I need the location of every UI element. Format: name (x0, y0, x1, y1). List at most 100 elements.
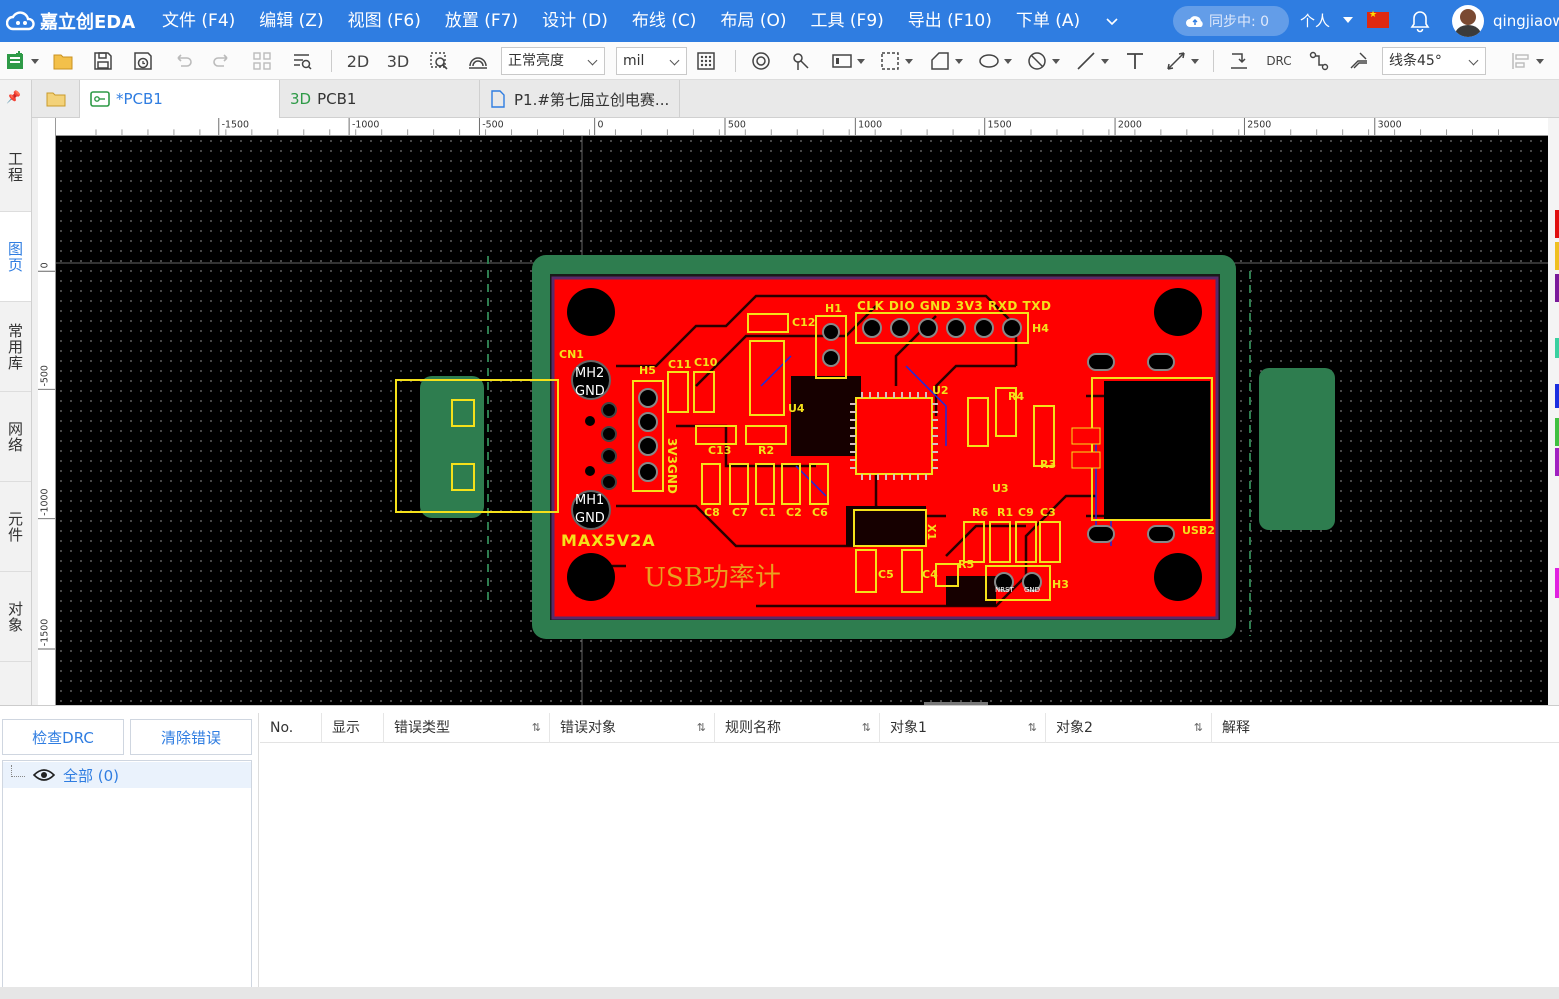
text-tool-icon[interactable] (1122, 48, 1148, 74)
menu-file[interactable]: 文件 (F4) (150, 0, 247, 42)
col-visible[interactable]: 显示 (322, 713, 384, 743)
tab-nets[interactable]: 网络 (0, 392, 31, 482)
designator-r5: R5 (958, 558, 974, 571)
grid-icon[interactable] (694, 48, 718, 74)
toolbar-separator (1213, 50, 1214, 72)
tab-pages[interactable]: 图页 (0, 212, 31, 302)
menu-route[interactable]: 布线 (C) (620, 0, 709, 42)
drc-table-header: No. 显示 错误类型 ⇅ 错误对象 ⇅ 规则名称 ⇅ 对象1 ⇅ 对象2 ⇅ 解释 (260, 713, 1559, 743)
tab-common-library[interactable]: 常用库 (0, 302, 31, 392)
toolbar-separator (331, 50, 332, 72)
no-entry-icon[interactable] (1024, 48, 1062, 74)
sort-icon[interactable]: ⇅ (1028, 713, 1037, 743)
eye-icon[interactable] (33, 768, 55, 782)
menu-design[interactable]: 设计 (D) (530, 0, 620, 42)
menu-tools[interactable]: 工具 (F9) (799, 0, 896, 42)
align-icon[interactable] (1507, 48, 1547, 74)
col-error-type[interactable]: 错误类型 ⇅ (384, 713, 550, 743)
brightness-select[interactable]: 正常亮度 (501, 47, 605, 75)
usb-keepout-right[interactable] (1259, 368, 1335, 530)
route-track-icon[interactable] (1226, 48, 1252, 74)
designator-usb2: USB2 (1182, 524, 1215, 537)
menu-view[interactable]: 视图 (F6) (336, 0, 433, 42)
panel-splitter[interactable] (258, 713, 259, 993)
username[interactable]: qingjiaowo (1493, 0, 1559, 42)
redo-icon[interactable] (209, 48, 235, 74)
line-angle-select[interactable]: 线条45° (1382, 47, 1486, 75)
grid-layout-icon[interactable] (249, 48, 275, 74)
undo-icon[interactable] (170, 48, 196, 74)
personal-caret-icon[interactable] (1343, 17, 1353, 23)
new-project-icon[interactable] (4, 48, 40, 74)
diff-pair-route-icon[interactable] (1346, 48, 1372, 74)
sort-icon[interactable]: ⇅ (1194, 713, 1203, 743)
u2-mcu[interactable] (855, 397, 933, 475)
tab-schematic-doc[interactable]: P1.#第七届立创电赛... (480, 80, 680, 118)
designator-h1: H1 (825, 302, 842, 315)
dimension-icon[interactable] (1162, 48, 1202, 74)
document-icon (491, 90, 505, 108)
project-folder-tab[interactable] (32, 80, 80, 118)
menu-export[interactable]: 导出 (F10) (896, 0, 1004, 42)
pcb-canvas[interactable]: CN1 H5 H1 H4 H3 U2 U3 U4 C12 C11 C10 C13… (56, 136, 1548, 705)
board-outline-icon[interactable] (829, 48, 867, 74)
single-route-icon[interactable] (1306, 48, 1332, 74)
view-2d-button[interactable]: 2D (344, 48, 372, 74)
sort-icon[interactable]: ⇅ (532, 713, 541, 743)
sort-icon[interactable]: ⇅ (697, 713, 706, 743)
tab-project[interactable]: 工程 (0, 122, 31, 212)
tab-components[interactable]: 元件 (0, 482, 31, 572)
copper-area-icon[interactable] (927, 48, 965, 74)
designator-c5: C5 (878, 568, 894, 581)
menu-order[interactable]: 下单 (A) (1004, 0, 1092, 42)
find-list-icon[interactable] (289, 48, 315, 74)
drc-button[interactable]: DRC (1264, 48, 1294, 74)
col-no[interactable]: No. (260, 713, 322, 743)
clear-errors-button[interactable]: 清除错误 (130, 719, 252, 755)
menu-layout[interactable]: 布局 (O) (708, 0, 798, 42)
open-folder-icon[interactable] (50, 48, 76, 74)
right-layer-strip[interactable] (1548, 118, 1559, 705)
pin-connect-icon[interactable] (789, 48, 813, 74)
ellipse-icon[interactable] (975, 48, 1015, 74)
avatar[interactable] (1452, 5, 1484, 37)
col-explanation[interactable]: 解释 (1212, 713, 1559, 743)
menu-more-chevron-icon[interactable] (1092, 0, 1132, 42)
via-icon[interactable] (749, 48, 773, 74)
col-error-object[interactable]: 错误对象 ⇅ (550, 713, 715, 743)
tab-objects[interactable]: 对象 (0, 572, 31, 662)
highlight-net-icon[interactable] (465, 48, 491, 74)
personal-menu[interactable]: 个人 (1300, 0, 1330, 42)
save-icon[interactable] (90, 48, 116, 74)
ruler-tick-label: -1500 (39, 619, 50, 646)
sync-status[interactable]: 同步中: 0 (1173, 6, 1289, 36)
china-flag-icon[interactable] (1367, 10, 1389, 28)
ruler-tick-label: -500 (39, 365, 50, 386)
col-object1[interactable]: 对象1 ⇅ (880, 713, 1046, 743)
zoom-area-icon[interactable] (426, 48, 452, 74)
region-icon[interactable] (877, 48, 915, 74)
check-drc-button[interactable]: 检查DRC (2, 719, 124, 755)
view-3d-button[interactable]: 3D (384, 48, 412, 74)
designator-r3: R3 (1040, 458, 1056, 471)
save-history-icon[interactable] (130, 48, 156, 74)
bell-icon[interactable] (1409, 9, 1431, 33)
designator-c11: C11 (668, 358, 691, 371)
unit-value: mil (623, 53, 645, 69)
menu-place[interactable]: 放置 (F7) (433, 0, 530, 42)
col-object2[interactable]: 对象2 ⇅ (1046, 713, 1212, 743)
tree-row-all[interactable]: 全部 (0) (3, 762, 251, 788)
tab-pcb-editor[interactable]: *PCB1 (80, 80, 280, 118)
usb-plug-left[interactable] (420, 376, 484, 518)
pin-panel-icon[interactable]: 📌 (6, 90, 21, 104)
ruler-tick-label: -500 (482, 119, 503, 130)
h3-nrst-label: NRST (995, 586, 1015, 594)
designator-u4: U4 (788, 402, 805, 415)
line-icon[interactable] (1073, 48, 1111, 74)
unit-select[interactable]: mil (616, 47, 687, 75)
app-logo[interactable]: 嘉立创EDA (0, 8, 150, 34)
menu-edit[interactable]: 编辑 (Z) (247, 0, 335, 42)
sort-icon[interactable]: ⇅ (862, 713, 871, 743)
tab-pcb-3d[interactable]: 3D PCB1 (280, 80, 480, 118)
col-rule-name[interactable]: 规则名称 ⇅ (715, 713, 880, 743)
